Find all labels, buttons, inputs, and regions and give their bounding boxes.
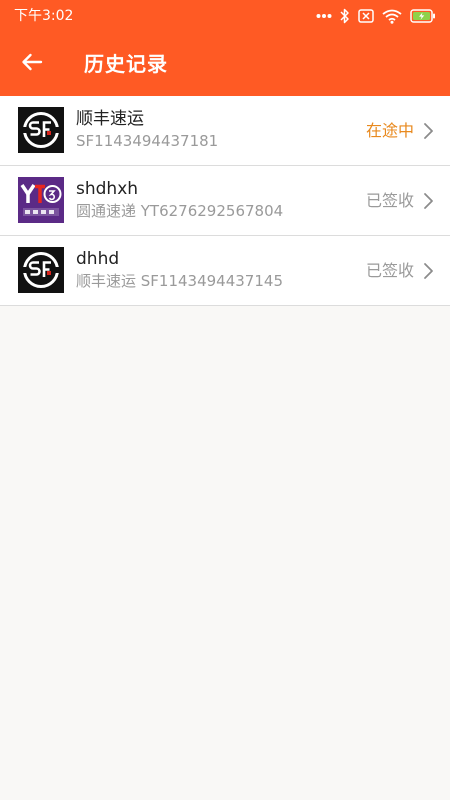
no-sim-icon [358, 9, 374, 23]
back-button[interactable] [12, 44, 52, 84]
chevron-right-icon [422, 192, 434, 210]
item-title: dhhd [76, 249, 120, 269]
item-subtitle: 顺丰速运 SF1143494437145 [76, 272, 283, 290]
status-badge: 已签收 [365, 261, 414, 280]
toolbar: 历史记录 [0, 32, 450, 96]
chevron-right-icon [422, 262, 434, 280]
wifi-icon [382, 9, 402, 24]
more-dots-icon [316, 13, 332, 19]
page-title: 历史记录 [84, 52, 168, 76]
item-subtitle: 圆通速递 YT6276292567804 [76, 202, 284, 220]
item-title: 顺丰速运 [76, 109, 144, 129]
yto-express-logo [18, 177, 64, 223]
item-title: shdhxh [76, 179, 139, 199]
battery-charging-icon [410, 9, 436, 23]
status-badge: 已签收 [365, 191, 414, 210]
item-subtitle: SF1143494437181 [76, 132, 219, 150]
status-icons [316, 6, 436, 26]
history-item[interactable]: shdhxh 圆通速递 YT6276292567804 已签收 [0, 166, 450, 236]
history-item[interactable]: dhhd 顺丰速运 SF1143494437145 已签收 [0, 236, 450, 306]
arrow-left-icon [21, 53, 43, 75]
chevron-right-icon [422, 122, 434, 140]
status-bar: 下午3:02 [0, 0, 450, 32]
status-time: 下午3:02 [14, 8, 74, 24]
sf-express-logo [18, 107, 64, 153]
sf-express-logo [18, 247, 64, 293]
bluetooth-icon [340, 8, 350, 24]
app-bar: 下午3:02 历史记录 [0, 0, 450, 96]
history-item[interactable]: 顺丰速运 SF1143494437181 在途中 [0, 96, 450, 166]
history-list: 顺丰速运 SF1143494437181 在途中 shdhxh 圆通速递 YT6… [0, 96, 450, 306]
status-badge: 在途中 [365, 121, 414, 140]
